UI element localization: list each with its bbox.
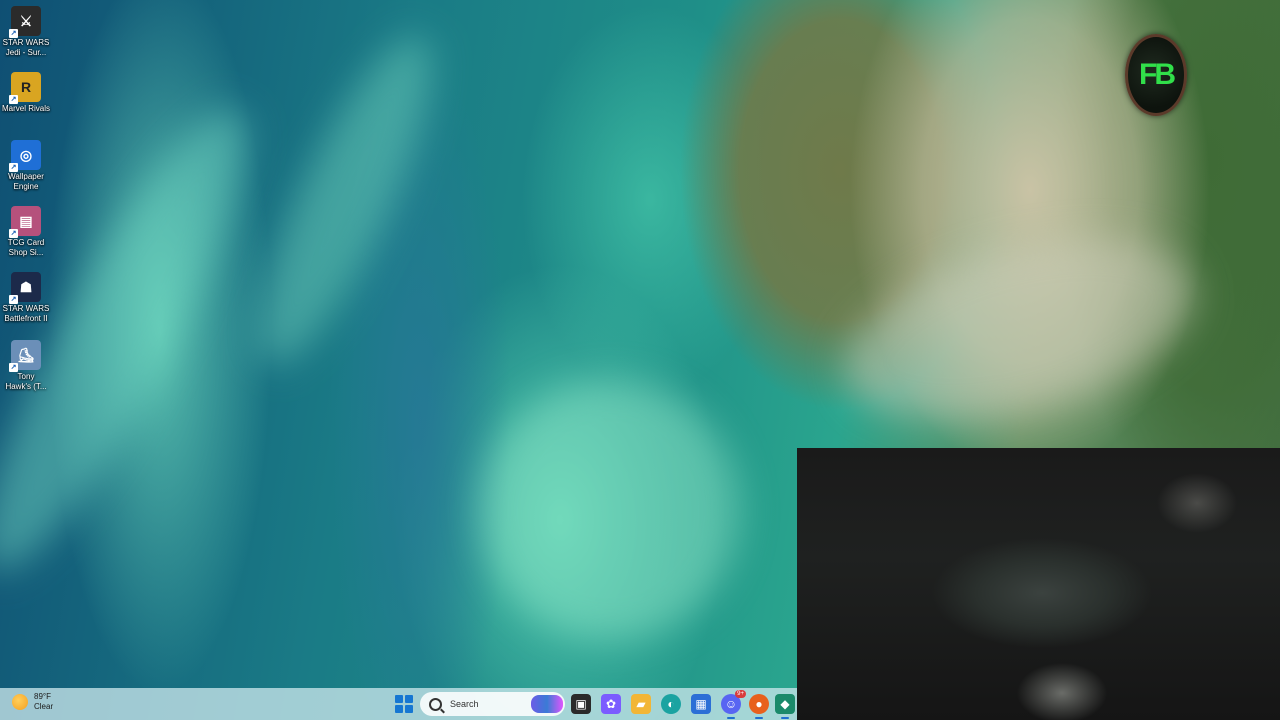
taskbar-app-copilot[interactable]: ✿ [601, 694, 621, 714]
windows-logo-icon [395, 695, 403, 703]
taskbar-app-firefox[interactable]: ● [749, 694, 769, 719]
copilot-icon: ✿ [605, 697, 617, 711]
taskbar-app-extra[interactable]: ◆ [775, 694, 795, 719]
taskbar-app-file-explorer[interactable]: ▰ [631, 694, 651, 714]
discord-icon: ☺ [724, 697, 738, 711]
taskbar-app-discord[interactable]: ☺ 9+ [721, 690, 746, 719]
search-icon [429, 697, 442, 711]
app-icon: ◆ [780, 697, 790, 711]
shortcut-arrow-icon: ↗ [9, 295, 18, 304]
taskbar-app-task-view[interactable]: ▣ [571, 694, 591, 714]
marvel-rivals-icon: R ↗ [9, 72, 41, 104]
desktop-icon-label: TCG Card Shop Si... [7, 238, 45, 257]
desktop-icon-tcg-card-shop[interactable]: ▤ ↗ TCG Card Shop Si... [0, 202, 52, 266]
folder-icon: ▰ [636, 697, 646, 711]
shortcut-arrow-icon: ↗ [9, 163, 18, 172]
wallpaper-streak [825, 206, 1215, 454]
desktop-icon-label: Tony Hawk's (T... [5, 372, 47, 391]
fb-logo-icon: FB [1125, 34, 1187, 116]
tony-hawk-icon: ⛸ ↗ [9, 340, 41, 372]
shortcut-arrow-icon: ↗ [9, 363, 18, 372]
desktop-icon-label: Wallpaper Engine [8, 172, 44, 191]
weather-condition: Clear [34, 702, 54, 711]
webcam-overlay [797, 448, 1280, 720]
edge-icon: ◐ [667, 697, 675, 711]
notification-badge: 9+ [735, 690, 746, 698]
desktop-icon-label: STAR WARS Battlefront II [2, 304, 50, 323]
desktop-icon-tony-hawk[interactable]: ⛸ ↗ Tony Hawk's (T... [0, 336, 52, 400]
taskbar-app-microsoft-store[interactable]: ▦ [691, 694, 711, 714]
desktop-icon-wallpaper-engine[interactable]: ◎ ↗ Wallpaper Engine [0, 136, 52, 200]
windows-logo-icon [395, 705, 403, 713]
store-icon: ▦ [695, 697, 707, 711]
search-placeholder: Search [450, 699, 479, 709]
taskbar-app-edge[interactable]: ◐ [661, 694, 681, 714]
desktop-icon-star-wars-jedi[interactable]: ⚔ ↗ STAR WARS Jedi - Sur... [0, 2, 52, 66]
wallpaper-streak [228, 17, 462, 383]
wallpaper-engine-icon: ◎ ↗ [9, 140, 41, 172]
battlefront-icon: ☗ ↗ [9, 272, 41, 304]
search-input[interactable]: Search [420, 692, 565, 716]
jedi-icon: ⚔ ↗ [9, 6, 41, 38]
shortcut-arrow-icon: ↗ [9, 95, 18, 104]
shortcut-arrow-icon: ↗ [9, 229, 18, 238]
weather-temperature: 89°F [34, 692, 51, 701]
firefox-icon: ● [755, 697, 763, 711]
desktop: ⚔ ↗ STAR WARS Jedi - Sur... R ↗ Marvel Riva… [0, 0, 1280, 720]
sun-icon [12, 694, 28, 710]
desktop-icon-marvel-rivals[interactable]: R ↗ Marvel Rivals [0, 68, 52, 132]
weather-widget[interactable]: 89°F Clear [12, 692, 53, 712]
desktop-icon-label: Marvel Rivals [1, 104, 50, 113]
windows-logo-icon [405, 695, 413, 703]
windows-logo-icon [405, 705, 413, 713]
desktop-icon-star-wars-battlefront[interactable]: ☗ ↗ STAR WARS Battlefront II [0, 268, 52, 332]
wallpaper-streak [480, 380, 740, 640]
search-highlight-icon[interactable] [531, 695, 563, 713]
taskbar: 89°F Clear Search ▣ ✿ ▰ ◐ ▦ ☺ 9+ ● ◆ [0, 688, 797, 720]
tcg-card-shop-icon: ▤ ↗ [9, 206, 41, 238]
task-view-icon: ▣ [575, 697, 587, 711]
shortcut-arrow-icon: ↗ [9, 29, 18, 38]
desktop-icon-label: STAR WARS Jedi - Sur... [2, 38, 50, 57]
start-button[interactable] [395, 695, 413, 713]
